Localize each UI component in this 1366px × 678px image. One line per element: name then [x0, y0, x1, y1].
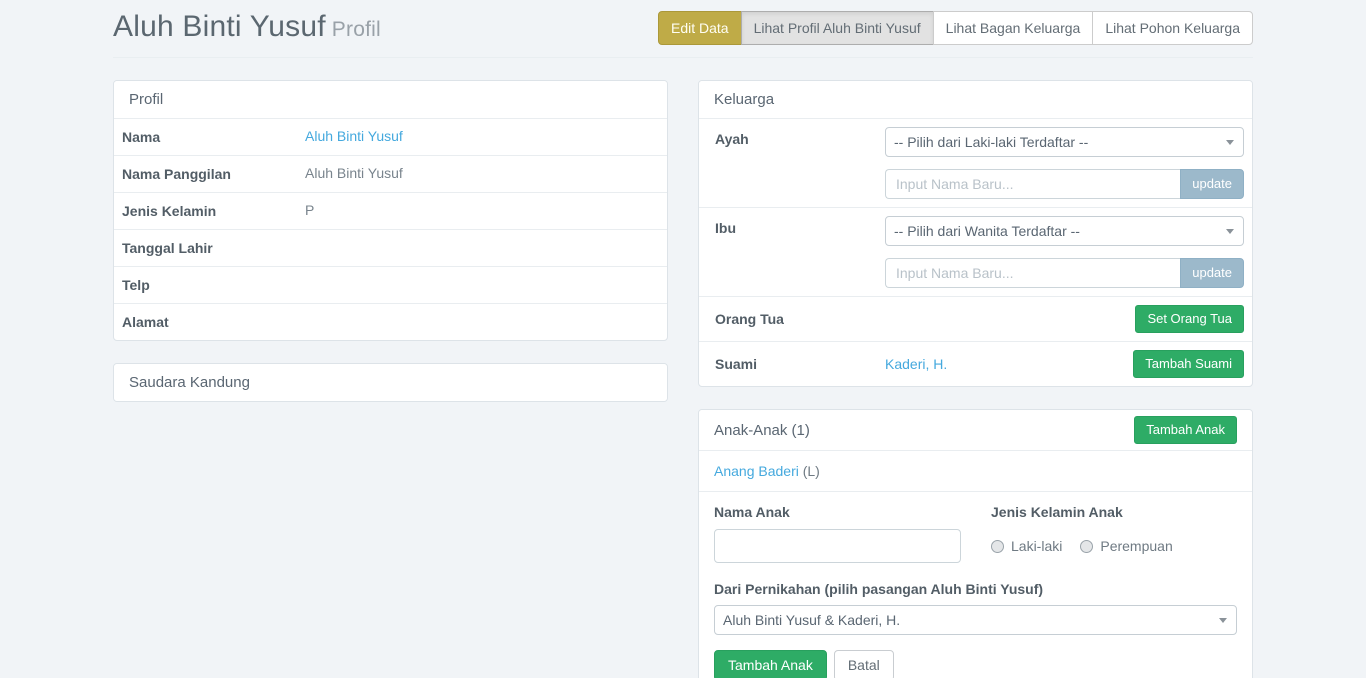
row-label: Telp [122, 276, 305, 293]
orang-tua-row: Orang Tua Set Orang Tua [699, 296, 1252, 341]
ibu-select[interactable]: -- Pilih dari Wanita Terdaftar -- [885, 216, 1244, 246]
row-value [305, 313, 659, 331]
profil-panel-title: Profil [114, 81, 667, 118]
anak-anak-panel: Anak-Anak (1) Tambah Anak Anang Baderi (… [698, 409, 1253, 678]
keluarga-panel: Keluarga Ayah -- Pilih dari Laki-laki Te… [698, 80, 1253, 387]
row-label: Tanggal Lahir [122, 239, 305, 256]
edit-data-button[interactable]: Edit Data [658, 11, 742, 45]
row-label: Jenis Kelamin [122, 202, 305, 219]
tambah-anak-submit-button[interactable]: Tambah Anak [714, 650, 827, 678]
jenis-kelamin-anak-label: Jenis Kelamin Anak [991, 504, 1237, 520]
suami-row: Suami Kaderi, H. Tambah Suami [699, 341, 1252, 386]
nama-anak-input[interactable] [714, 529, 961, 563]
table-row: Jenis Kelamin P [114, 192, 667, 229]
row-value [305, 239, 659, 257]
row-label: Ayah [707, 127, 885, 147]
lihat-profil-button[interactable]: Lihat Profil Aluh Binti Yusuf [741, 11, 934, 45]
tambah-suami-button[interactable]: Tambah Suami [1133, 350, 1244, 378]
person-name: Aluh Binti Yusuf [113, 10, 326, 43]
anak-anak-panel-title: Anak-Anak (1) [714, 422, 810, 439]
row-label: Suami [707, 356, 885, 372]
dari-pernikahan-select[interactable]: Aluh Binti Yusuf & Kaderi, H. [714, 605, 1237, 635]
ayah-row: Ayah -- Pilih dari Laki-laki Terdaftar -… [699, 118, 1252, 207]
radio-perempuan[interactable]: Perempuan [1080, 538, 1172, 554]
right-column: Keluarga Ayah -- Pilih dari Laki-laki Te… [698, 80, 1253, 678]
lihat-bagan-keluarga-button[interactable]: Lihat Bagan Keluarga [933, 11, 1094, 45]
suami-link[interactable]: Kaderi, H. [885, 356, 947, 372]
ayah-select[interactable]: -- Pilih dari Laki-laki Terdaftar -- [885, 127, 1244, 157]
keluarga-panel-title: Keluarga [699, 81, 1252, 118]
ibu-row: Ibu -- Pilih dari Wanita Terdaftar -- up… [699, 207, 1252, 296]
header-button-group: Edit Data Lihat Profil Aluh Binti Yusuf … [658, 11, 1253, 45]
ayah-update-button[interactable]: update [1180, 169, 1244, 199]
page-header: Aluh Binti Yusuf Profil Edit Data Lihat P… [113, 0, 1253, 58]
row-label: Nama Panggilan [122, 165, 305, 182]
row-value [305, 276, 659, 294]
ibu-update-button[interactable]: update [1180, 258, 1244, 288]
lihat-pohon-keluarga-button[interactable]: Lihat Pohon Keluarga [1092, 11, 1253, 45]
profil-panel: Profil Nama Aluh Binti Yusuf Nama Panggi… [113, 80, 668, 341]
saudara-kandung-panel-title: Saudara Kandung [114, 364, 667, 401]
saudara-kandung-panel: Saudara Kandung [113, 363, 668, 402]
set-orang-tua-button[interactable]: Set Orang Tua [1135, 305, 1244, 333]
table-row: Tanggal Lahir [114, 229, 667, 266]
ayah-nama-baru-input[interactable] [885, 169, 1180, 199]
anak-anak-panel-header: Anak-Anak (1) Tambah Anak [699, 410, 1252, 450]
row-label: Alamat [122, 313, 305, 330]
add-child-form: Nama Anak Jenis Kelamin Anak Laki-laki [699, 491, 1252, 678]
left-column: Profil Nama Aluh Binti Yusuf Nama Panggi… [113, 80, 668, 678]
child-gender: (L) [803, 463, 820, 479]
child-list-item: Anang Baderi (L) [699, 450, 1252, 491]
table-row: Nama Panggilan Aluh Binti Yusuf [114, 155, 667, 192]
row-value: P [305, 202, 659, 220]
nama-anak-label: Nama Anak [714, 504, 976, 520]
page-title: Aluh Binti Yusuf Profil [113, 10, 381, 44]
table-row: Nama Aluh Binti Yusuf [114, 118, 667, 155]
table-row: Telp [114, 266, 667, 303]
radio-icon[interactable] [991, 540, 1004, 553]
nama-link[interactable]: Aluh Binti Yusuf [305, 128, 403, 144]
table-row: Alamat [114, 303, 667, 340]
radio-laki-laki[interactable]: Laki-laki [991, 538, 1062, 554]
row-label: Ibu [707, 216, 885, 236]
dari-pernikahan-label: Dari Pernikahan (pilih pasangan Aluh Bin… [714, 581, 1237, 597]
child-link[interactable]: Anang Baderi [714, 463, 799, 479]
row-label: Orang Tua [707, 311, 885, 327]
row-label: Nama [122, 128, 305, 145]
row-value: Aluh Binti Yusuf [305, 165, 659, 183]
batal-button[interactable]: Batal [834, 650, 894, 678]
tambah-anak-header-button[interactable]: Tambah Anak [1134, 416, 1237, 444]
page-subtitle: Profil [332, 18, 381, 41]
page-container: Aluh Binti Yusuf Profil Edit Data Lihat P… [113, 0, 1253, 678]
ibu-nama-baru-input[interactable] [885, 258, 1180, 288]
radio-icon[interactable] [1080, 540, 1093, 553]
